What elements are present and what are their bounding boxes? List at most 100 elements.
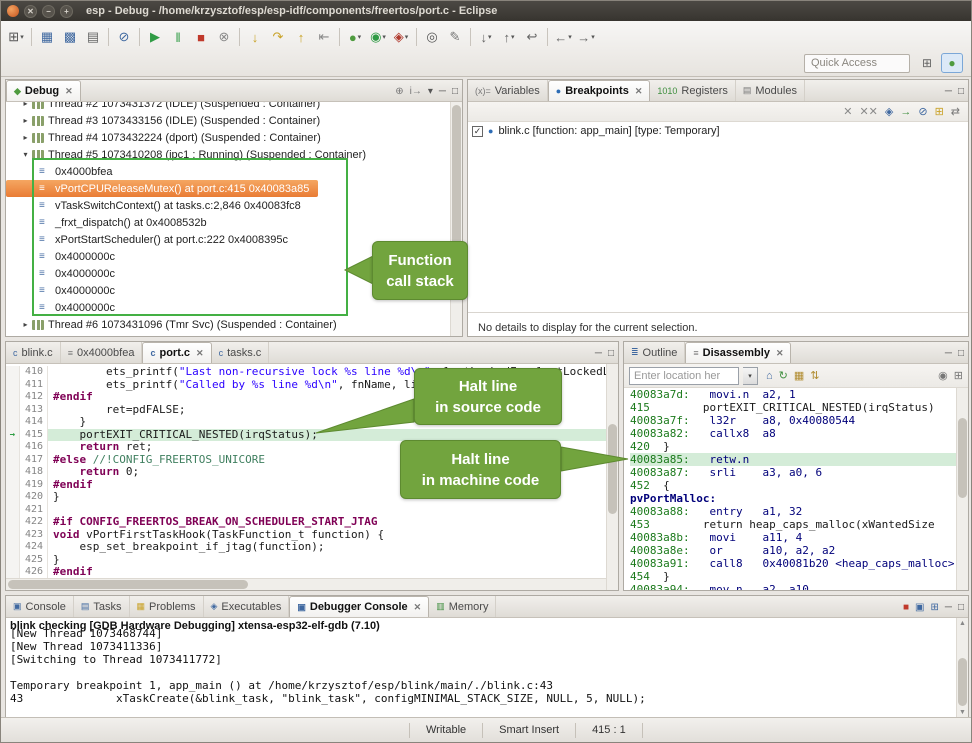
editor-hscrollbar[interactable] (6, 578, 606, 590)
quick-access-box[interactable]: Quick Access (804, 54, 910, 73)
maximize-icon[interactable]: □ (452, 86, 458, 97)
disassembly-line[interactable]: 40083a82: callx8 a8 (630, 427, 968, 440)
last-edit-location-button[interactable]: ↩ (521, 25, 543, 49)
disassembly-line[interactable]: 454 } (630, 570, 968, 583)
console-scrollbar[interactable]: ▲ ▼ (956, 618, 968, 718)
forward-button[interactable]: →▾ (575, 25, 597, 49)
disassembly-line[interactable]: 40083a7d: movi.n a2, 1 (630, 388, 968, 401)
tab-registers[interactable]: 1010Registers (650, 80, 736, 101)
disassembly-line[interactable]: pvPortMalloc: (630, 492, 968, 505)
display-selected-console-icon[interactable]: ▣ (915, 602, 924, 613)
code-line[interactable]: 425} (6, 554, 618, 567)
minimize-window-button[interactable]: − (42, 5, 55, 18)
terminate-button[interactable]: ■ (190, 25, 212, 49)
drop-to-frame-button[interactable]: ⇤ (313, 25, 335, 49)
maximize-icon[interactable]: □ (608, 348, 614, 359)
minimize-icon[interactable]: ─ (945, 348, 952, 359)
stack-frame[interactable]: ≡0x4000000c (6, 299, 462, 316)
tab-debugger-console[interactable]: ▣Debugger Console✕ (289, 596, 429, 617)
back-button[interactable]: ←▾ (552, 25, 574, 49)
disassembly-line[interactable]: 420 } (630, 440, 968, 453)
scrollbar-thumb[interactable] (608, 424, 617, 514)
refresh-view-icon[interactable]: ↻ (779, 369, 788, 382)
stack-frame[interactable]: ≡vPortCPUReleaseMutex() at port.c:415 0x… (6, 180, 318, 197)
scrollbar-thumb[interactable] (958, 658, 967, 706)
tab-0x4000bfea[interactable]: ≡0x4000bfea (61, 342, 143, 363)
external-tools-button[interactable]: ◈▾ (390, 25, 412, 49)
close-tab-icon[interactable]: ✕ (196, 348, 204, 359)
scroll-up-icon[interactable]: ▲ (957, 618, 968, 629)
debug-perspective-button[interactable]: ● (941, 53, 963, 73)
tab-problems[interactable]: ▦Problems (130, 596, 204, 617)
tab-console[interactable]: ▣Console (6, 596, 74, 617)
breakpoint-checkbox[interactable]: ✓ (472, 126, 483, 137)
open-perspective-button[interactable]: ⊞ (916, 53, 938, 73)
tab-disassembly[interactable]: ≡Disassembly✕ (685, 342, 791, 363)
disassembly-line[interactable]: 40083a8b: movi a11, 4 (630, 531, 968, 544)
tab-breakpoints[interactable]: ●Breakpoints✕ (548, 80, 651, 101)
print-button[interactable]: ▤ (82, 25, 104, 49)
close-tab-icon[interactable]: ✕ (776, 348, 784, 359)
open-console-icon[interactable]: ⊞ (930, 602, 938, 613)
disassembly-line[interactable]: 453 return heap_caps_malloc(xWantedSize (630, 518, 968, 531)
view-filters-icon[interactable]: ⊕ (395, 86, 403, 97)
go-to-file-for-breakpoint-icon[interactable]: → (900, 106, 911, 118)
thread-row[interactable]: ▸Thread #6 1073431096 (Tmr Svc) (Suspend… (6, 316, 462, 333)
tab-tasks-c[interactable]: ctasks.c (212, 342, 270, 363)
sync-selection-icon[interactable]: ⇅ (810, 369, 819, 382)
expanded-arrow-icon[interactable]: ▾ (20, 150, 31, 159)
close-tab-icon[interactable]: ✕ (65, 86, 73, 97)
tab-executables[interactable]: ◈Executables (204, 596, 290, 617)
minimize-icon[interactable]: ─ (595, 348, 602, 359)
maximize-icon[interactable]: □ (958, 602, 964, 613)
tab-variables[interactable]: (x)=Variables (468, 80, 548, 101)
disassembly-line[interactable]: 40083a87: srli a3, a0, 6 (630, 466, 968, 479)
tab-debug[interactable]: ◆ Debug ✕ (6, 80, 81, 101)
open-new-view-icon[interactable]: ⊞ (954, 369, 963, 382)
thread-row[interactable]: ▸Thread #2 1073431372 (IDLE) (Suspended … (6, 102, 462, 112)
close-tab-icon[interactable]: ✕ (414, 602, 422, 613)
resume-button[interactable]: ▶ (144, 25, 166, 49)
editor-scrollbar[interactable] (606, 364, 618, 590)
breakpoint-item[interactable]: ✓ ● blink.c [function: app_main] [type: … (468, 122, 968, 140)
thread-row[interactable]: ▸Thread #3 1073433156 (IDLE) (Suspended … (6, 112, 462, 129)
code-line[interactable]: 426#endif (6, 566, 618, 579)
save-all-button[interactable]: ▩ (59, 25, 81, 49)
thread-row[interactable]: ▾Thread #5 1073410208 (ipc1 : Running) (… (6, 146, 462, 163)
disassembly-line[interactable]: 40083a88: entry a1, 32 (630, 505, 968, 518)
code-line[interactable]: 423void vPortFirstTaskHook(TaskFunction_… (6, 529, 618, 542)
show-opcodes-icon[interactable]: ▦ (794, 369, 804, 382)
location-dropdown-icon[interactable]: ▾ (743, 367, 758, 385)
collapsed-arrow-icon[interactable]: ▸ (20, 102, 31, 108)
pin-view-icon[interactable]: ◉ (938, 369, 948, 382)
disassembly-scrollbar[interactable] (956, 388, 968, 590)
maximize-window-button[interactable]: + (60, 5, 73, 18)
expand-all-icon[interactable]: ⊞ (935, 105, 944, 118)
scrollbar-thumb[interactable] (452, 105, 461, 255)
debug-button[interactable]: ●▾ (344, 25, 366, 49)
stack-frame[interactable]: ≡vTaskSwitchContext() at tasks.c:2,846 0… (6, 197, 462, 214)
tab-tasks[interactable]: ▤Tasks (74, 596, 130, 617)
scrollbar-thumb[interactable] (8, 580, 248, 589)
link-with-debug-view-icon[interactable]: ⇄ (951, 105, 960, 118)
disassembly-line[interactable]: 40083a94: mov.n a2, a10 (630, 583, 968, 590)
maximize-icon[interactable]: □ (958, 348, 964, 359)
remove-breakpoint-icon[interactable]: ✕ (843, 105, 852, 118)
step-return-button[interactable]: ↑ (290, 25, 312, 49)
instruction-stepping-mode-icon[interactable]: i→ (410, 86, 422, 97)
run-button[interactable]: ◉▾ (367, 25, 389, 49)
skip-all-breakpoints-button[interactable]: ⊘ (113, 25, 135, 49)
disassembly-line[interactable]: 40083a7f: l32r a8, 0x40080544 (630, 414, 968, 427)
mark-occurrences-button[interactable]: ✎ (444, 25, 466, 49)
previous-annotation-button[interactable]: ↑▾ (498, 25, 520, 49)
disassembly-line[interactable]: 40083a8e: or a10, a2, a2 (630, 544, 968, 557)
stack-frame[interactable]: ≡_frxt_dispatch() at 0x4008532b (6, 214, 462, 231)
collapsed-arrow-icon[interactable]: ▸ (20, 320, 31, 329)
disassembly-line[interactable]: 452 { (630, 479, 968, 492)
terminate-icon[interactable]: ■ (903, 602, 909, 613)
disassembly-line[interactable]: 415 portEXIT_CRITICAL_NESTED(irqStatus) (630, 401, 968, 414)
maximize-icon[interactable]: □ (958, 86, 964, 97)
close-window-button[interactable]: ✕ (24, 5, 37, 18)
titlebar[interactable]: ✕ − + esp - Debug - /home/krzysztof/esp/… (1, 1, 971, 21)
tab-outline[interactable]: ≣Outline (624, 342, 685, 363)
